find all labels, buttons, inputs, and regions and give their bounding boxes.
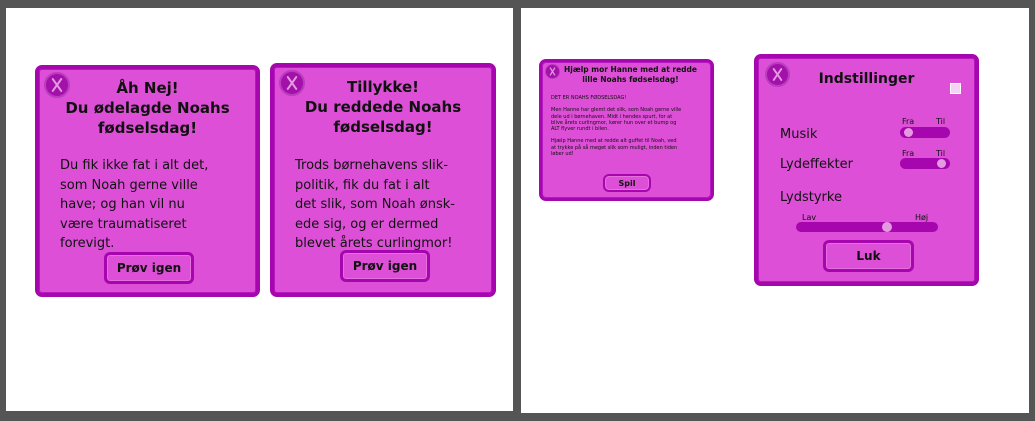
body-line: Trods børnehavens slik- xyxy=(295,158,449,173)
panel-win-title: Tillykke! Du reddede Noahs fødselsdag! xyxy=(274,77,492,137)
body-line: ede sig, og er dermed xyxy=(295,216,439,232)
body-line: have; og han vil nu xyxy=(60,197,185,212)
music-on-label: Til xyxy=(936,117,946,126)
title-line: Hjælp mor Hanne med at redde xyxy=(564,65,697,74)
panel-win: Tillykke! Du reddede Noahs fødselsdag! T… xyxy=(270,63,496,297)
sfx-label: Lydeffekter xyxy=(780,157,853,172)
volume-label: Lydstyrke xyxy=(780,190,842,205)
sfx-off-label: Fra xyxy=(902,149,915,158)
panel-win-body: Trods børnehavens slik- politik, fik du … xyxy=(295,156,495,254)
title-line: Åh Nej! xyxy=(116,79,179,97)
title-line: Du ødelagde Noahs xyxy=(65,99,230,117)
volume-high-label: Høj xyxy=(915,213,929,222)
retry-button[interactable]: Prøv igen xyxy=(104,252,194,284)
title-line: Tillykke! xyxy=(347,78,419,96)
body-line: blive årets curlingmor, kører hun over e… xyxy=(551,119,677,126)
retry-button[interactable]: Prøv igen xyxy=(340,250,430,282)
volume-low-label: Lav xyxy=(802,213,817,222)
panel-lose: Åh Nej! Du ødelagde Noahs fødselsdag! Du… xyxy=(35,65,260,297)
title-line: fødselsdag! xyxy=(333,118,433,136)
title-line: lille Noahs fødselsdag! xyxy=(582,75,679,84)
checkbox-icon[interactable] xyxy=(950,83,961,94)
body-line: DET ER NOAHS FØDSELSDAG! xyxy=(551,95,627,101)
play-button[interactable]: Spil xyxy=(603,174,651,192)
body-line: ALT flyver rundt i bilen. xyxy=(551,126,609,133)
panel-lose-body: Du fik ikke fat i alt det, som Noah gern… xyxy=(60,156,260,254)
settings-title: Indstillinger xyxy=(818,71,915,87)
body-line: politik, fik du fat i alt xyxy=(295,177,430,193)
panel-lose-title: Åh Nej! Du ødelagde Noahs fødselsdag! xyxy=(39,78,256,138)
title-line: fødselsdag! xyxy=(97,119,198,137)
body-line: forevigt. xyxy=(60,236,115,251)
intro-paragraph: DET ER NOAHS FØDSELSDAG! xyxy=(551,95,711,101)
body-line: Men Hanne har glemt det slik, som Noah g… xyxy=(551,107,682,114)
artboard-left: Åh Nej! Du ødelagde Noahs fødselsdag! Du… xyxy=(6,8,513,411)
body-line: løber ud! xyxy=(551,151,574,158)
music-toggle[interactable] xyxy=(900,127,950,138)
body-line: dele ud i børnehaven. Midt i hendes spur… xyxy=(551,113,673,120)
close-settings-button[interactable]: Luk xyxy=(823,240,914,272)
body-line: Du fik ikke fat i alt det, xyxy=(60,158,209,173)
intro-paragraph: Men Hanne har glemt det slik, som Noah g… xyxy=(551,107,711,132)
body-line: være traumatiseret xyxy=(60,216,187,232)
body-line: som Noah gerne ville xyxy=(60,177,198,193)
title-line: Du reddede Noahs xyxy=(304,98,462,116)
music-toggle-knob[interactable] xyxy=(904,128,913,137)
panel-intro: Hjælp mor Hanne med at redde lille Noahs… xyxy=(539,59,714,201)
volume-slider[interactable] xyxy=(796,222,938,232)
music-off-label: Fra xyxy=(902,117,915,126)
volume-slider-knob[interactable] xyxy=(882,222,892,232)
body-line: at trykke på så meget slik som muligt, i… xyxy=(551,144,678,151)
panel-intro-body: DET ER NOAHS FØDSELSDAG! Men Hanne har g… xyxy=(551,95,711,157)
music-label: Musik xyxy=(780,127,818,142)
panel-intro-title: Hjælp mor Hanne med at redde lille Noahs… xyxy=(542,65,711,85)
panel-settings: Indstillinger Musik Fra Til Lydeffekter … xyxy=(754,54,979,286)
body-line: det slik, som Noah ønsk- xyxy=(295,197,455,212)
intro-paragraph: Hjælp Hanne med at redde alt guffet til … xyxy=(551,138,711,157)
sfx-toggle-knob[interactable] xyxy=(937,159,946,168)
body-line: Hjælp Hanne med at redde alt guffet til … xyxy=(551,138,677,145)
sfx-toggle[interactable] xyxy=(900,158,950,169)
artboard-right: Hjælp mor Hanne med at redde lille Noahs… xyxy=(521,8,1029,413)
sfx-on-label: Til xyxy=(936,149,946,158)
